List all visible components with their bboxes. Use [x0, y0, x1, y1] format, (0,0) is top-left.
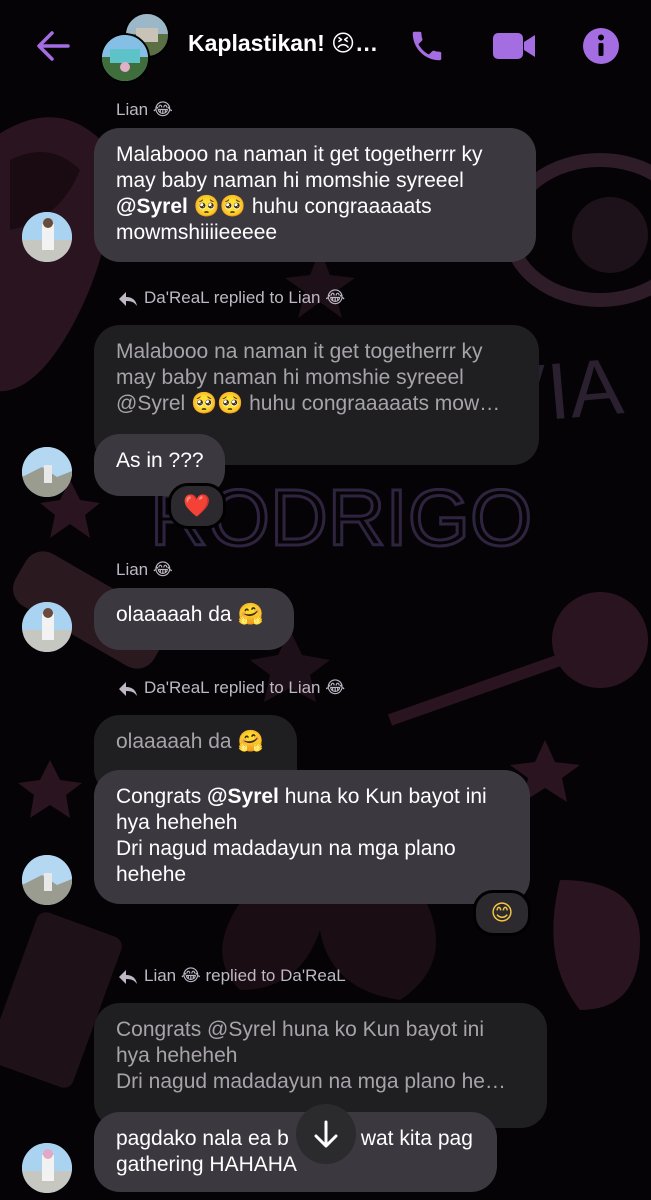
arrow-down-icon	[314, 1120, 338, 1148]
avatar[interactable]	[22, 447, 72, 497]
reply-label: Da'ReaL replied to Lian 😂	[144, 678, 346, 697]
reply-arrow-icon	[119, 969, 137, 984]
message-text-line: As in ???	[116, 449, 204, 472]
quoted-text-line: Dri nagud madadayun na mga plano he…	[116, 1070, 506, 1093]
avatar[interactable]	[22, 602, 72, 652]
heart-reaction: ❤️	[183, 494, 211, 519]
message-text-part: huna ko Kun bayot ini	[278, 785, 487, 808]
reply-arrow-icon	[119, 681, 137, 696]
back-arrow-icon[interactable]	[34, 30, 70, 62]
reply-indicator: Lian 😂 replied to Da'ReaL	[118, 966, 346, 986]
mention-link[interactable]: @Syrel	[207, 785, 279, 808]
sender-name: Lian 😂	[116, 100, 173, 119]
quoted-text-line: Congrats @Syrel huna ko Kun bayot ini	[116, 1018, 485, 1041]
reply-label: Lian 😂 replied to Da'ReaL	[144, 966, 346, 985]
message-text-line: hya heheheh	[116, 811, 238, 834]
reply-arrow-icon	[119, 291, 137, 306]
message-text-line: may baby naman hi momshie syreeel	[116, 169, 464, 192]
message-text-line: olaaaaah da 🤗	[116, 603, 264, 626]
group-avatar-front	[100, 33, 150, 83]
message-text-part: Congrats	[116, 785, 208, 808]
video-camera-icon[interactable]	[492, 30, 536, 62]
avatar[interactable]	[22, 212, 72, 262]
smile-reaction: 😊	[490, 901, 514, 926]
reply-label: Da'ReaL replied to Lian 😂	[144, 288, 346, 307]
message-text-line: Congrats @Syrel huna ko Kun bayot ini	[116, 784, 508, 810]
sender-name: Lian 😂	[116, 560, 173, 579]
message-text-line: @Syrel 🥺🥺 huhu congraaaaats	[116, 194, 514, 220]
mention-link[interactable]: @Syrel	[116, 195, 188, 218]
message-text-part: pagdako nala ea b	[116, 1127, 289, 1150]
message-bubble[interactable]: Malabooo na naman it get togetherrr ky m…	[94, 128, 536, 262]
chat-header: Kaplastikan! 😣…	[0, 0, 651, 95]
message-bubble[interactable]: Congrats @Syrel huna ko Kun bayot ini hy…	[94, 770, 530, 904]
quoted-text-line: hya heheheh	[116, 1044, 238, 1067]
quoted-text-line: @Syrel 🥺🥺 huhu congraaaaats mow…	[116, 392, 501, 415]
reply-indicator: Da'ReaL replied to Lian 😂	[118, 678, 345, 698]
message-bubble[interactable]: olaaaaah da 🤗	[94, 588, 294, 650]
quoted-text-line: may baby naman hi momshie syreeel	[116, 366, 464, 389]
phone-icon[interactable]	[408, 27, 446, 65]
quoted-text-line: olaaaaah da 🤗	[116, 730, 264, 753]
message-text-part: 🥺🥺 huhu congraaaaats	[187, 195, 432, 218]
message-text-line: Malabooo na naman it get togetherrr ky	[116, 143, 483, 166]
reply-indicator: Da'ReaL replied to Lian 😂	[118, 288, 345, 308]
quoted-text-line: Malabooo na naman it get togetherrr ky	[116, 340, 483, 363]
message-text-line: hehehe	[116, 863, 187, 886]
reaction-badge[interactable]: ❤️	[168, 483, 226, 529]
reaction-badge[interactable]: 😊	[473, 890, 531, 936]
message-text-line: mowmshiiiieeeee	[116, 221, 278, 244]
message-text-line: Dri nagud madadayun na mga plano	[116, 837, 456, 860]
scroll-to-bottom-button[interactable]	[296, 1104, 356, 1164]
avatar[interactable]	[22, 1143, 72, 1193]
message-text-part: wat kita pag	[360, 1127, 473, 1150]
chat-title[interactable]: Kaplastikan! 😣…	[188, 30, 378, 57]
avatar[interactable]	[22, 855, 72, 905]
info-icon[interactable]	[582, 27, 620, 65]
